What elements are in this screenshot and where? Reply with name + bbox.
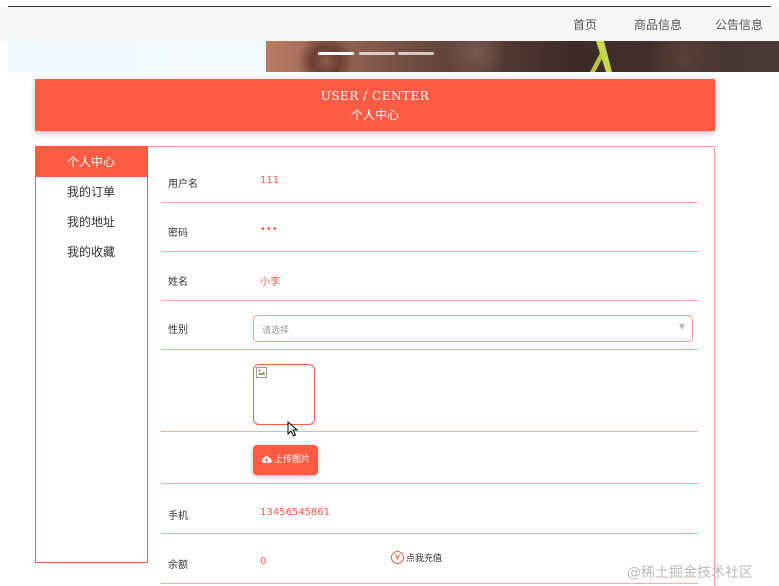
avatar-image-preview[interactable] <box>253 364 315 425</box>
gender-row: 性别 请选择 ▼ <box>161 301 698 350</box>
nav-products[interactable]: 商品信息 <box>634 16 682 33</box>
sidebar-item-profile[interactable]: 个人中心 <box>36 147 147 177</box>
top-navigation: 首页 商品信息 公告信息 <box>0 7 779 41</box>
upload-button-label: 上传图片 <box>273 455 310 465</box>
carousel-dot-3[interactable] <box>398 52 434 55</box>
sidebar-item-addresses[interactable]: 我的地址 <box>36 207 147 237</box>
nav-home[interactable]: 首页 <box>573 16 597 33</box>
gender-select-placeholder: 请选择 <box>262 326 290 336</box>
nav-announcements[interactable]: 公告信息 <box>715 16 763 33</box>
broken-image-icon <box>256 367 267 378</box>
yen-icon: ¥ <box>391 551 404 564</box>
name-field[interactable]: 小李 <box>260 273 280 288</box>
recharge-button[interactable]: ¥ 点我充值 <box>391 550 442 564</box>
banner-image <box>266 41 779 72</box>
sidebar-item-orders[interactable]: 我的订单 <box>36 177 147 207</box>
balance-row: 余额 0 ¥ 点我充值 <box>161 534 698 584</box>
gender-label: 性别 <box>168 325 188 336</box>
phone-row: 手机 13456545861 <box>161 484 698 534</box>
banner-carousel <box>8 41 779 72</box>
password-field[interactable]: ••• <box>260 224 278 235</box>
upload-row: 上传图片 <box>161 432 698 484</box>
page-title-cn: 个人中心 <box>350 108 399 122</box>
balance-value: 0 <box>260 556 267 567</box>
mouse-cursor-icon <box>287 421 299 437</box>
recharge-label: 点我充值 <box>406 554 443 564</box>
banner-plant-graphic <box>590 41 612 72</box>
username-field[interactable]: 111 <box>260 175 279 186</box>
site-watermark: @稀土掘金技术社区 <box>627 565 753 581</box>
balance-label: 余额 <box>168 560 188 571</box>
cloud-upload-icon <box>261 456 272 464</box>
name-label: 姓名 <box>168 277 188 288</box>
page-title-en: USER / CENTER <box>320 89 430 103</box>
password-label: 密码 <box>168 228 188 239</box>
avatar-row <box>161 350 698 432</box>
upload-image-button[interactable]: 上传图片 <box>253 445 318 475</box>
password-row: 密码 ••• <box>161 203 698 252</box>
phone-label: 手机 <box>168 511 188 522</box>
username-label: 用户名 <box>168 179 198 190</box>
profile-form: 用户名 111 密码 ••• 姓名 小李 性别 请选择 ▼ 上传图片 手机 13… <box>148 146 715 586</box>
carousel-dot-1[interactable] <box>318 52 354 55</box>
user-center-sidebar: 个人中心 我的订单 我的地址 我的收藏 <box>35 146 148 563</box>
page-title-bar: USER / CENTER 个人中心 <box>35 79 715 131</box>
chevron-down-icon: ▼ <box>678 322 685 331</box>
gender-select[interactable]: 请选择 ▼ <box>253 315 693 342</box>
phone-field[interactable]: 13456545861 <box>260 507 330 518</box>
carousel-dot-2[interactable] <box>359 52 395 55</box>
sidebar-item-favorites[interactable]: 我的收藏 <box>36 237 147 267</box>
name-row: 姓名 小李 <box>161 252 698 301</box>
username-row: 用户名 111 <box>161 147 698 203</box>
